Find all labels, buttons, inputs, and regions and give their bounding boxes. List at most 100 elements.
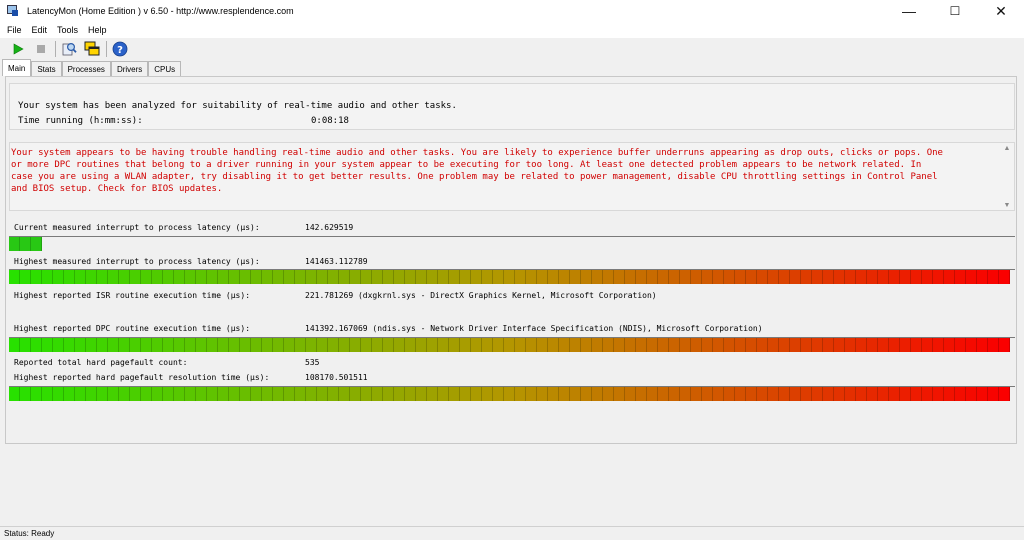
metric-label: Highest measured interrupt to process la… — [14, 257, 260, 266]
find-icon — [62, 42, 77, 55]
meter-segment — [284, 270, 295, 284]
tab-cpus[interactable]: CPUs — [148, 61, 182, 76]
meter-segment — [746, 387, 757, 401]
meter-segment — [339, 338, 350, 352]
meter-segment — [977, 270, 988, 284]
meter-segment — [152, 338, 163, 352]
meter-segment — [86, 387, 97, 401]
meter-segment — [559, 387, 570, 401]
meter-segment — [372, 387, 383, 401]
stop-button[interactable] — [31, 39, 51, 59]
meter-segment — [559, 338, 570, 352]
meter-segment — [42, 338, 53, 352]
meter-segment — [75, 387, 86, 401]
meter-segment — [526, 338, 537, 352]
latency-meter-bar — [9, 387, 1015, 401]
meter-segment — [361, 270, 372, 284]
menu-file[interactable]: File — [4, 25, 25, 35]
tab-processes[interactable]: Processes — [61, 61, 111, 76]
tab-main[interactable]: Main — [2, 59, 32, 76]
meter-segment — [328, 387, 339, 401]
meter-segment — [229, 338, 240, 352]
meter-segment — [713, 270, 724, 284]
metric-label: Highest reported hard pagefault resoluti… — [14, 373, 270, 382]
conclusion-text: Your system appears to be having trouble… — [11, 148, 943, 194]
latencymon-app-icon — [6, 4, 20, 18]
close-button[interactable]: ✕ — [978, 0, 1024, 22]
meter-segment — [185, 338, 196, 352]
conclusion-scrollbar[interactable]: ▲ ▼ — [1002, 145, 1012, 209]
meter-segment — [449, 270, 460, 284]
meter-segment — [691, 338, 702, 352]
scroll-up-icon[interactable]: ▲ — [1004, 145, 1011, 152]
metric-value: 108170.501511 — [305, 373, 368, 382]
meter-segment — [361, 338, 372, 352]
meter-segment — [141, 270, 152, 284]
meter-segment — [790, 387, 801, 401]
meter-segment — [130, 270, 141, 284]
meter-segment — [152, 387, 163, 401]
meter-segment — [977, 387, 988, 401]
start-button[interactable] — [8, 39, 28, 59]
tab-strip: Main Stats Processes Drivers CPUs — [2, 59, 182, 76]
meter-segment — [933, 387, 944, 401]
maximize-button[interactable]: ☐ — [932, 0, 978, 22]
metric-value: 141463.112789 — [305, 257, 368, 266]
meter-segment — [889, 270, 900, 284]
meter-segment — [856, 387, 867, 401]
meter-segment — [526, 270, 537, 284]
meter-segment — [515, 338, 526, 352]
meter-segment — [592, 338, 603, 352]
meter-segment — [515, 387, 526, 401]
windows-button[interactable] — [82, 39, 102, 59]
meter-segment — [801, 387, 812, 401]
meter-segment — [779, 338, 790, 352]
meter-segment — [966, 387, 977, 401]
tab-stats[interactable]: Stats — [31, 61, 62, 76]
meter-segment — [735, 270, 746, 284]
menu-edit[interactable]: Edit — [29, 25, 51, 35]
status-bar: Status: Ready — [0, 526, 1024, 540]
meter-segment — [548, 387, 559, 401]
meter-segment — [625, 270, 636, 284]
meter-segment — [174, 387, 185, 401]
minimize-button[interactable]: — — [886, 0, 932, 22]
toolbar: ? — [0, 38, 1024, 59]
help-button[interactable]: ? — [110, 39, 130, 59]
meter-segment — [284, 338, 295, 352]
scroll-down-icon[interactable]: ▼ — [1004, 202, 1011, 209]
meter-segment — [9, 237, 20, 251]
tab-drivers[interactable]: Drivers — [110, 61, 149, 76]
meter-segment — [372, 338, 383, 352]
meter-segment — [812, 387, 823, 401]
meter-segment — [592, 270, 603, 284]
meter-segment — [339, 387, 350, 401]
meter-segment — [471, 387, 482, 401]
meter-segment — [559, 270, 570, 284]
meter-segment — [834, 270, 845, 284]
meter-segment — [405, 270, 416, 284]
meter-segment — [262, 387, 273, 401]
find-button[interactable] — [59, 39, 79, 59]
menu-tools[interactable]: Tools — [54, 25, 81, 35]
meter-segment — [537, 387, 548, 401]
meter-segment — [680, 338, 691, 352]
meter-segment — [779, 387, 790, 401]
meter-segment — [922, 387, 933, 401]
meter-segment — [889, 387, 900, 401]
meter-segment — [570, 387, 581, 401]
meter-segment — [394, 338, 405, 352]
meter-segment — [680, 387, 691, 401]
menu-help[interactable]: Help — [85, 25, 110, 35]
meter-segment — [196, 270, 207, 284]
meter-segment — [383, 270, 394, 284]
meter-segment — [911, 387, 922, 401]
meter-segment — [669, 387, 680, 401]
meter-segment — [603, 387, 614, 401]
meter-segment — [988, 338, 999, 352]
meter-segment — [669, 270, 680, 284]
meter-segment — [394, 270, 405, 284]
meter-segment — [20, 270, 31, 284]
meter-segment — [977, 338, 988, 352]
meter-segment — [328, 270, 339, 284]
